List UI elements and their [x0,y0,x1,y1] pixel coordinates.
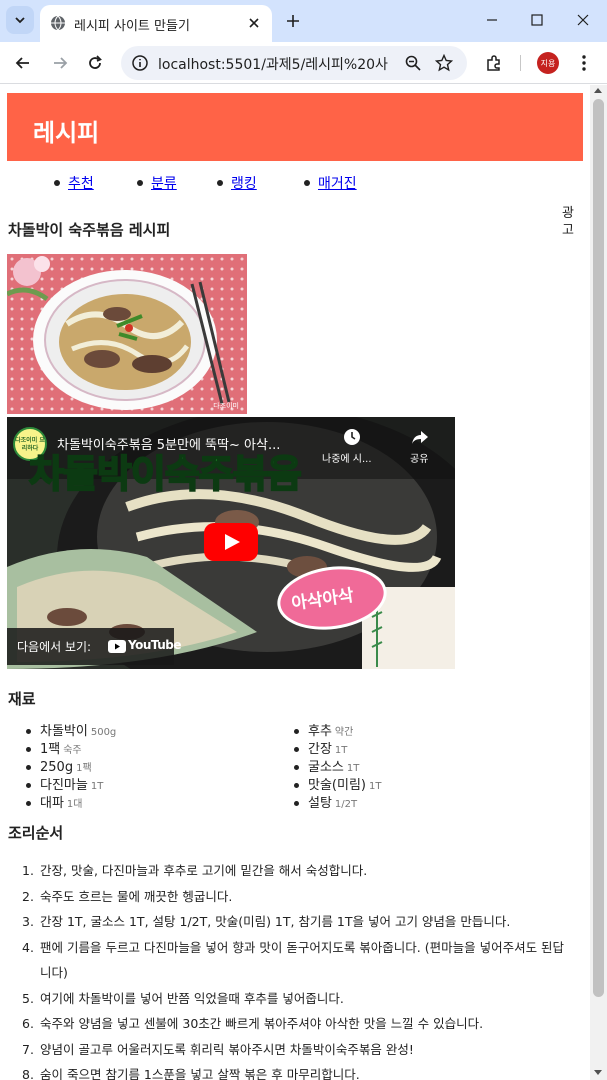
ingredient-item: 설탕 1/2T [293,795,381,813]
step-item: 숙주와 양념을 넣고 센불에 30초간 빠르게 볶아주셔야 아삭한 맛을 느낄 … [22,1011,484,1036]
steps-heading: 조리순서 [8,824,64,842]
nav-link-ranking[interactable]: 랭킹 [231,176,257,192]
tab-title: 레시피 사이트 만들기 [74,19,190,34]
steps-list: 간장, 맛술, 다진마늘과 후추로 고기에 밑간을 해서 숙성합니다. 숙주도 … [22,858,570,1080]
ingredient-item: 굴소스 1T [293,759,381,777]
maximize-icon[interactable] [527,10,547,30]
ad-label: 광고 [562,206,574,238]
watch-on-label: 다음에서 보기: [17,640,92,654]
youtube-wordmark: YouTube [128,638,182,652]
close-icon[interactable] [246,15,262,31]
back-icon[interactable] [13,53,33,73]
share-label[interactable]: 공유 [410,450,428,465]
plus-icon[interactable] [283,11,303,31]
recipe-title: 차돌박이 숙주볶음 레시피 [8,221,171,239]
nav-link-recommend[interactable]: 추천 [68,176,94,192]
ingredient-item: 차돌박이 500g [25,724,117,739]
page-viewport: 레시피 추천 분류 랭킹 매거진 광고 차돌박이 숙주볶음 레시피 다조이미 다… [0,85,590,1080]
ingredient-item: 후추 약간 [293,723,381,741]
step-item: 간장 1T, 굴소스 1T, 설탕 1/2T, 맛술(미림) 1T, 참기름 1… [22,909,511,934]
ingredient-item: 250g 1팩 [25,759,116,777]
ingredients-list-right: 후추 약간 간장 1T 굴소스 1T 맛술(미림) 1T 설탕 1/2T [293,723,382,813]
scroll-thumb[interactable] [593,99,604,997]
youtube-logo-icon [108,640,126,653]
window-close-icon[interactable] [573,10,593,30]
watch-later-label[interactable]: 나중에 시... [322,450,372,465]
ingredients-list-left: 차돌박이 500g 1팩 숙주 250g 1팩 다진마늘 1T 대파 1대 [25,723,117,813]
reload-icon[interactable] [85,53,105,73]
avatar[interactable]: 지용 [537,52,559,74]
nav-item-magazine: 매거진 [304,173,357,193]
nav-link-category[interactable]: 분류 [151,176,177,192]
info-icon[interactable] [131,54,149,72]
page-scrollbar[interactable] [590,85,607,1080]
share-icon[interactable] [410,427,430,447]
scroll-down-icon[interactable] [594,1070,602,1075]
clock-icon[interactable] [342,427,362,447]
step-item: 여기에 차돌박이를 넣어 반쯤 익었을때 후추를 넣어줍니다. [22,986,344,1011]
nav-item-recommend: 추천 [54,173,94,193]
play-icon[interactable] [204,523,258,561]
toolbar-divider [520,55,521,71]
address-bar[interactable]: localhost:5501/과제5/레시피%20사... [121,46,467,80]
ingredient-item: 대파 1대 [25,795,116,813]
step-item: 숨이 죽으면 참기름 1스푼을 넣고 살짝 볶은 후 마무리합니다. [22,1062,360,1080]
zoom-icon[interactable] [404,54,422,72]
nav-item-category: 분류 [137,173,177,193]
scroll-up-icon[interactable] [594,88,602,93]
ingredient-item: 다진마늘 1T [25,777,116,795]
menu-icon[interactable] [574,53,594,73]
forward-icon[interactable] [50,53,70,73]
youtube-embed[interactable]: 다조이미 요리하다 차돌박이숙주볶음 5분만에 뚝딱~ 아삭... 차돌박이숙주… [7,417,455,669]
site-header: 레시피 [7,93,583,161]
ingredient-item: 맛술(미림) 1T [293,778,382,793]
watch-on-youtube-button[interactable]: 다음에서 보기: YouTube [7,628,182,665]
recipe-photo-illustration [7,254,247,414]
video-banner-text: 차돌박이숙주볶음 [28,451,303,497]
star-icon[interactable] [435,54,453,72]
browser-toolbar: localhost:5501/과제5/레시피%20사... 지용 [0,42,607,84]
step-item: 팬에 기름을 두르고 다진마늘을 넣어 향과 맛이 돋구어지도록 볶아줍니다. … [22,935,565,981]
tab-list-icon[interactable] [6,6,34,34]
step-item: 양념이 골고루 어울러지도록 휘리릭 볶아주시면 차돌박이숙주볶음 완성! [22,1037,414,1062]
recipe-photo: 다조이미 [7,254,247,414]
step-item: 간장, 맛술, 다진마늘과 후추로 고기에 밑간을 해서 숙성합니다. [22,858,368,883]
extensions-icon[interactable] [484,53,504,73]
ingredient-item: 1팩 숙주 [25,741,116,759]
minimize-icon[interactable] [482,10,502,30]
nav-link-magazine[interactable]: 매거진 [318,176,357,192]
globe-icon [51,15,65,31]
site-title: 레시피 [33,119,100,147]
url-text[interactable]: localhost:5501/과제5/레시피%20사... [158,54,388,74]
photo-watermark: 다조이미 [213,402,239,410]
nav-item-ranking: 랭킹 [217,173,257,193]
tab-strip: 레시피 사이트 만들기 [0,0,607,42]
browser-tab[interactable]: 레시피 사이트 만들기 [40,5,272,42]
ingredients-heading: 재료 [8,690,36,708]
ingredient-item: 간장 1T [293,741,381,759]
step-item: 숙주도 흐르는 물에 깨끗한 헹굽니다. [22,884,233,909]
